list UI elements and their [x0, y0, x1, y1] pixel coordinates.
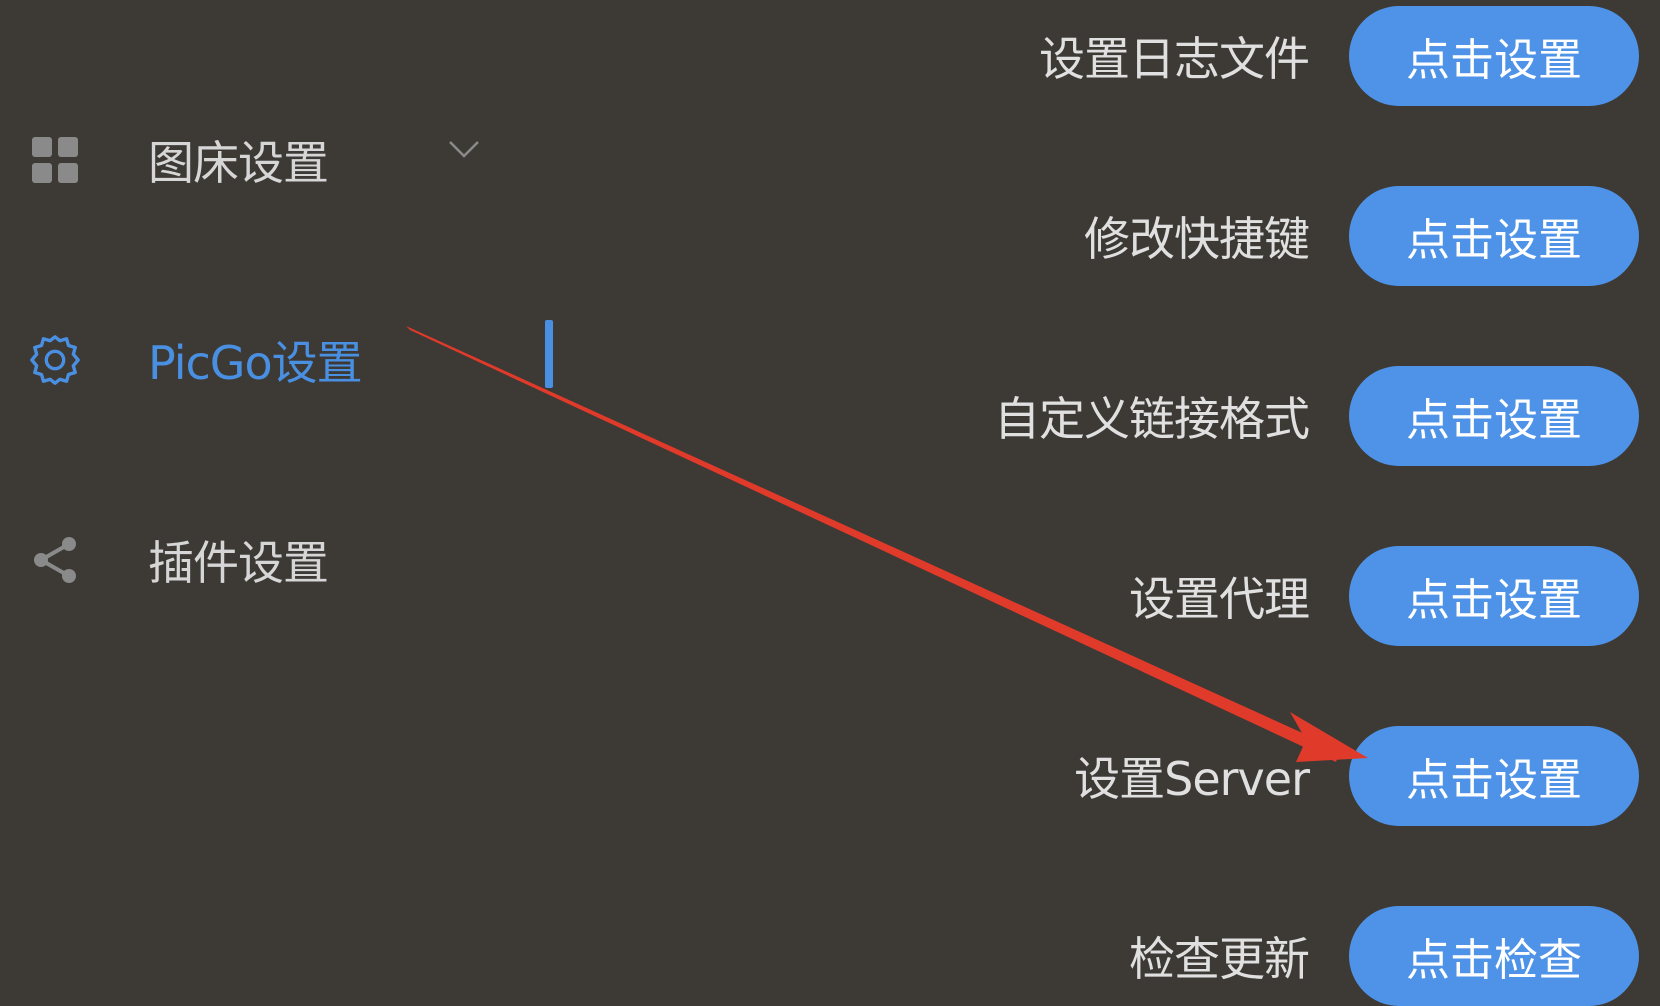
settings-panel: 设置日志文件 点击设置 修改快捷键 点击设置 自定义链接格式 点击设置 设置代理…	[880, 0, 1660, 1006]
sidebar-item-label: PicGo设置	[148, 336, 363, 390]
sidebar-item-label: 插件设置	[148, 536, 329, 590]
active-indicator	[545, 320, 553, 388]
setting-row-shortcut: 修改快捷键 点击设置	[869, 186, 1639, 286]
setting-label: 修改快捷键	[1084, 212, 1310, 266]
sidebar: 图床设置 PicGo设置 插件设置	[0, 0, 560, 942]
check-update-button[interactable]: 点击检查	[1349, 906, 1639, 1006]
share-icon	[28, 533, 82, 587]
gear-icon	[28, 333, 82, 387]
sidebar-item-picgo-settings[interactable]: PicGo设置	[28, 328, 363, 392]
setting-label: 自定义链接格式	[994, 392, 1310, 446]
chevron-down-icon[interactable]	[448, 133, 480, 165]
sidebar-item-image-host[interactable]: 图床设置	[28, 128, 329, 192]
grid-icon	[28, 133, 82, 187]
setting-row-check-update: 检查更新 点击检查	[869, 906, 1639, 1006]
server-settings-button[interactable]: 点击设置	[1349, 726, 1639, 826]
setting-label: 设置日志文件	[1039, 32, 1310, 86]
setting-row-log-file: 设置日志文件 点击设置	[869, 6, 1639, 106]
setting-row-proxy: 设置代理 点击设置	[869, 546, 1639, 646]
link-format-settings-button[interactable]: 点击设置	[1349, 366, 1639, 466]
sidebar-item-label: 图床设置	[148, 136, 329, 190]
sidebar-item-plugin-settings[interactable]: 插件设置	[28, 528, 329, 592]
log-file-settings-button[interactable]: 点击设置	[1349, 6, 1639, 106]
setting-row-link-format: 自定义链接格式 点击设置	[869, 366, 1639, 466]
proxy-settings-button[interactable]: 点击设置	[1349, 546, 1639, 646]
setting-label: 设置代理	[1129, 572, 1310, 626]
setting-row-server: 设置Server 点击设置	[869, 726, 1639, 826]
setting-label: 设置Server	[1074, 752, 1310, 806]
shortcut-settings-button[interactable]: 点击设置	[1349, 186, 1639, 286]
setting-label: 检查更新	[1129, 932, 1310, 986]
